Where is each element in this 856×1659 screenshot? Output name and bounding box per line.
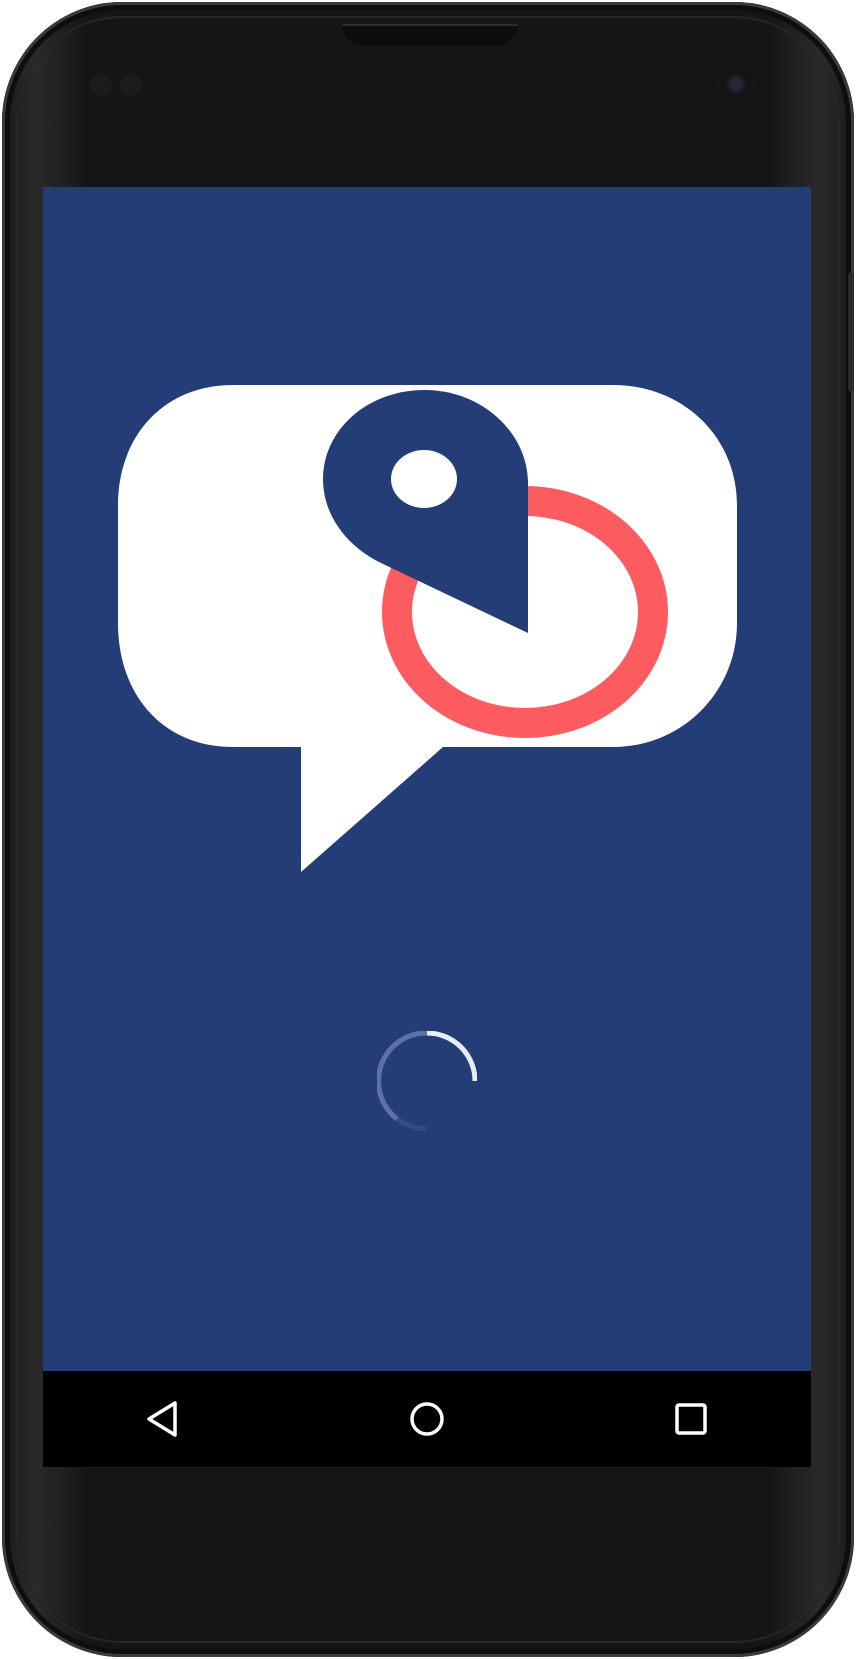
back-triangle-icon [147, 1401, 177, 1437]
recents-square-icon [675, 1403, 707, 1435]
light-sensor [120, 74, 142, 96]
app-logo [118, 385, 737, 872]
proximity-sensor [90, 74, 112, 96]
front-camera-icon [718, 66, 754, 102]
splash-screen [43, 187, 811, 1371]
system-navigation-bar [43, 1371, 811, 1467]
home-circle-icon [410, 1402, 444, 1436]
back-button[interactable] [135, 1391, 191, 1447]
recents-button[interactable] [663, 1391, 719, 1447]
home-button[interactable] [399, 1391, 455, 1447]
earpiece-speaker [342, 24, 518, 46]
loading-spinner-icon [377, 1031, 477, 1131]
power-button [848, 272, 854, 392]
